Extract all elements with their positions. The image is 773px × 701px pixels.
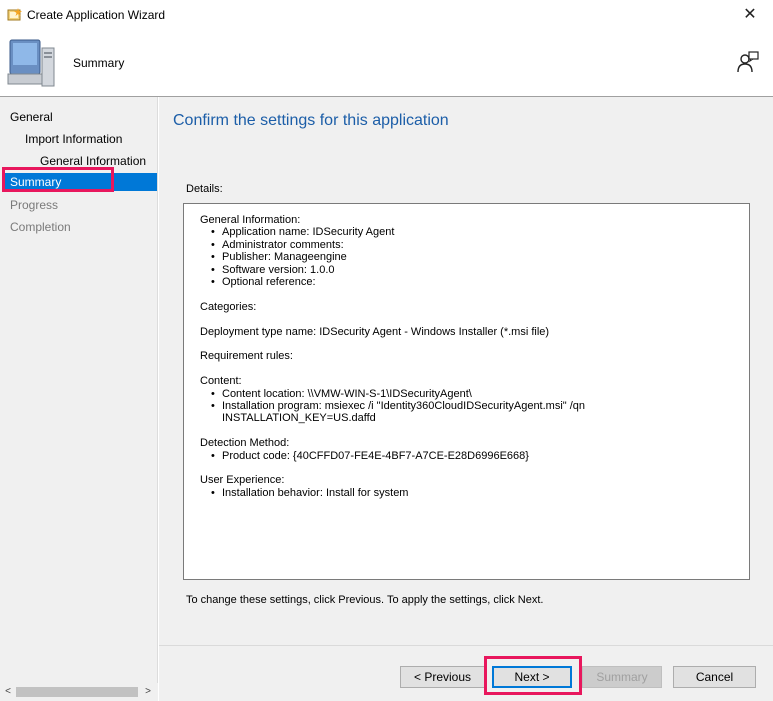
wizard-header: Summary (0, 30, 773, 96)
list-item: Content location: \\VMW-WIN-S-1\IDSecuri… (200, 388, 733, 401)
main-panel: Confirm the settings for this applicatio… (159, 97, 773, 645)
title-bar: Create Application Wizard ✕ (0, 0, 773, 30)
page-heading: Confirm the settings for this applicatio… (173, 112, 449, 129)
deployment-type-line: Deployment type name: IDSecurity Agent -… (200, 325, 550, 338)
cancel-button[interactable]: Cancel (673, 666, 756, 688)
list-item: Administrator comments: (200, 239, 733, 252)
summary-highlight-annotation (2, 167, 114, 192)
nav-horizontal-scrollbar[interactable]: < > (0, 683, 158, 701)
detection-method-heading: Detection Method: (200, 437, 290, 450)
previous-button[interactable]: < Previous (400, 666, 485, 688)
hint-text: To change these settings, click Previous… (186, 594, 544, 606)
next-highlight-annotation (484, 656, 582, 695)
content-list: Content location: \\VMW-WIN-S-1\IDSecuri… (200, 388, 733, 425)
content-heading: Content: (200, 375, 242, 388)
detection-list: Product code: {40CFFD07-FE4E-4BF7-A7CE-E… (200, 450, 733, 463)
list-item-continuation: INSTALLATION_KEY=US.daffd (222, 412, 376, 425)
list-item: Installation program: msiexec /i "Identi… (200, 400, 733, 413)
button-bar: < Previous Next > Summary Cancel (159, 645, 773, 701)
list-item: Optional reference: (200, 276, 733, 289)
nav-item-import-information[interactable]: Import Information (25, 132, 122, 146)
wizard-steps-nav: General Import Information General Infor… (0, 97, 158, 701)
list-item: Publisher: Manageengine (200, 251, 733, 264)
nav-item-general[interactable]: General (10, 110, 53, 124)
scroll-left-icon[interactable]: < (2, 685, 14, 699)
details-textbox[interactable]: General Information: Application name: I… (183, 203, 750, 580)
wizard-app-icon (7, 8, 22, 21)
computer-icon (7, 39, 55, 87)
list-item: Software version: 1.0.0 (200, 264, 733, 277)
list-item: Application name: IDSecurity Agent (200, 226, 733, 239)
close-icon[interactable]: ✕ (736, 4, 764, 26)
user-experience-list: Installation behavior: Install for syste… (200, 487, 733, 500)
user-experience-heading: User Experience: (200, 474, 285, 487)
general-information-heading: General Information: (200, 214, 301, 226)
nav-item-general-information[interactable]: General Information (40, 154, 146, 168)
general-information-list: Application name: IDSecurity Agent Admin… (200, 226, 733, 288)
details-label: Details: (186, 183, 223, 195)
list-item: Installation behavior: Install for syste… (200, 487, 733, 500)
window-title: Create Application Wizard (27, 8, 166, 22)
scroll-thumb[interactable] (16, 687, 138, 697)
list-item: Product code: {40CFFD07-FE4E-4BF7-A7CE-E… (200, 450, 733, 463)
header-title: Summary (73, 56, 125, 70)
scroll-right-icon[interactable]: > (142, 685, 154, 699)
summary-button: Summary (582, 666, 662, 688)
requirement-rules-heading: Requirement rules: (200, 350, 293, 363)
help-icon[interactable] (736, 50, 760, 74)
categories-heading: Categories: (200, 300, 257, 313)
nav-item-progress: Progress (10, 198, 59, 212)
nav-item-completion: Completion (10, 220, 71, 234)
